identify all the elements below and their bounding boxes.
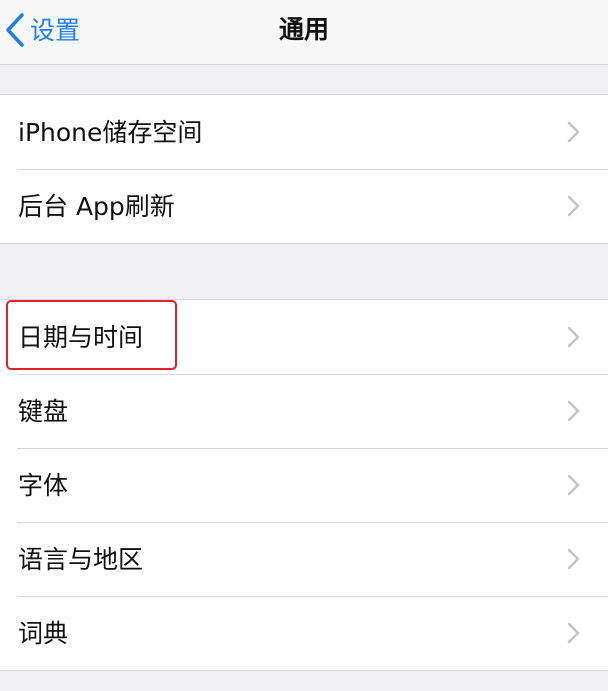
settings-group-storage: iPhone储存空间 后台 App刷新 [0, 94, 608, 244]
settings-row-dictionary[interactable]: 词典 [0, 596, 608, 670]
row-label: 词典 [18, 618, 69, 648]
row-label: 日期与时间 [18, 322, 144, 352]
settings-row-background-app-refresh[interactable]: 后台 App刷新 [0, 169, 608, 243]
row-label: 语言与地区 [18, 544, 144, 574]
settings-row-keyboard[interactable]: 键盘 [0, 374, 608, 448]
navigation-bar: 设置 通用 [0, 0, 608, 65]
settings-row-iphone-storage[interactable]: iPhone储存空间 [0, 95, 608, 169]
settings-row-language-region[interactable]: 语言与地区 [0, 522, 608, 596]
row-label: iPhone储存空间 [18, 117, 203, 147]
chevron-right-icon [567, 548, 580, 574]
chevron-right-icon [567, 474, 580, 500]
row-label: 键盘 [18, 396, 69, 426]
settings-row-date-time[interactable]: 日期与时间 [0, 300, 608, 374]
row-label: 字体 [18, 470, 69, 500]
page-title: 通用 [278, 15, 329, 44]
chevron-right-icon [567, 121, 580, 147]
row-label: 后台 App刷新 [18, 191, 175, 221]
settings-general-screen: 设置 通用 iPhone储存空间 后台 App刷新 日期与时间 键盘 字体 语言… [0, 0, 608, 691]
chevron-right-icon [567, 622, 580, 648]
settings-row-fonts[interactable]: 字体 [0, 448, 608, 522]
chevron-right-icon [567, 400, 580, 426]
settings-group-input: 日期与时间 键盘 字体 语言与地区 词典 [0, 299, 608, 671]
chevron-right-icon [567, 326, 580, 352]
chevron-right-icon [567, 195, 580, 221]
